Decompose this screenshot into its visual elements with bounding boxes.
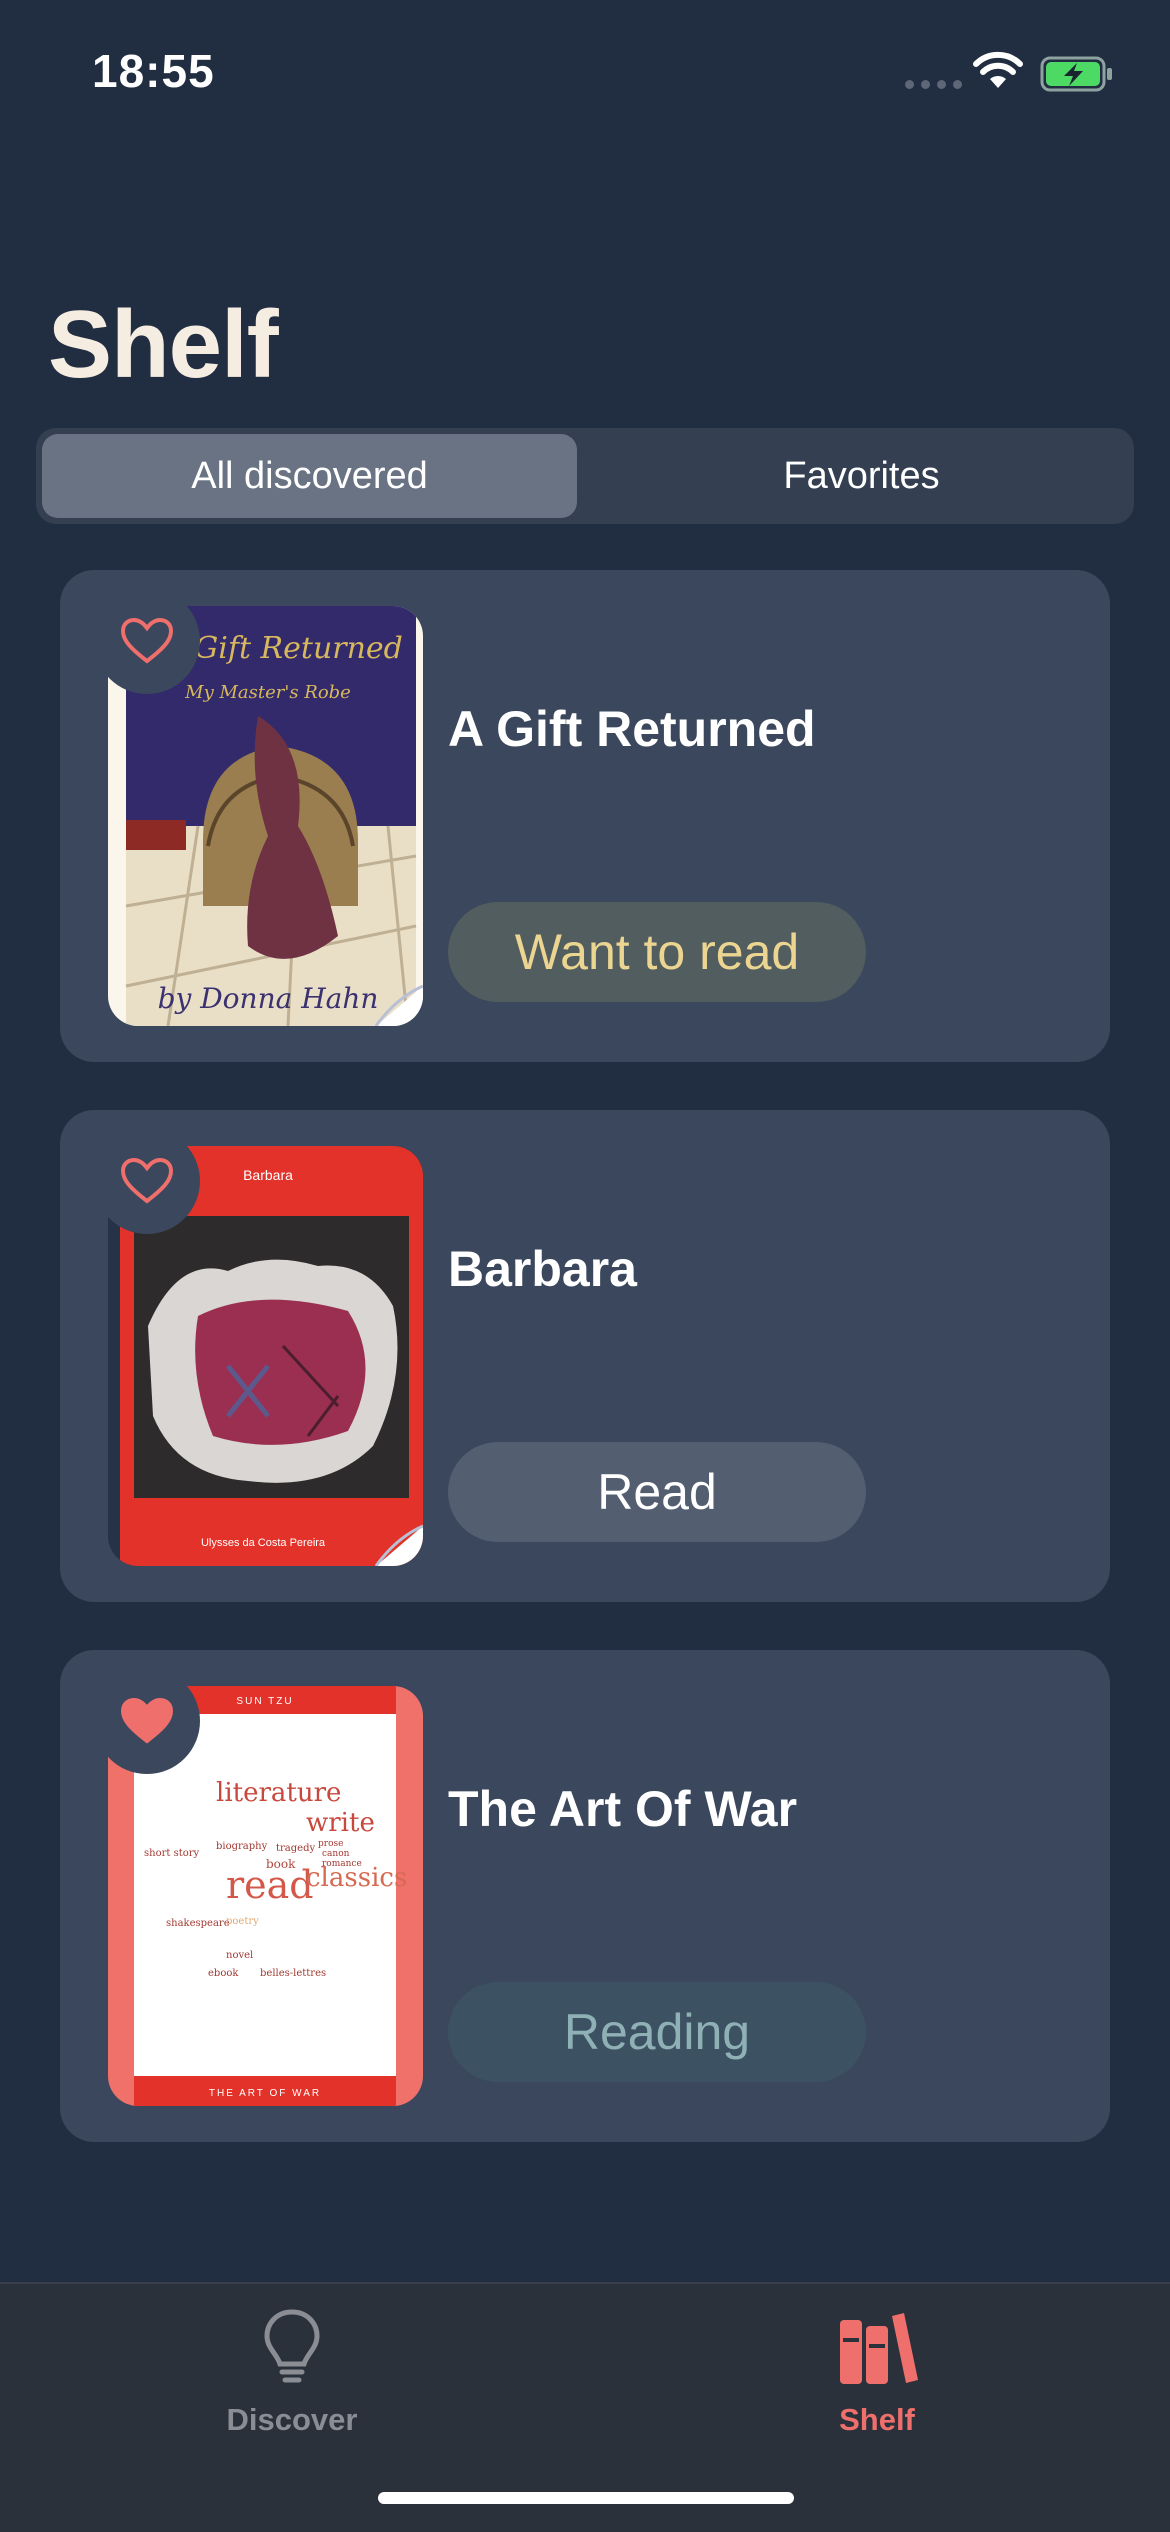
- word-cloud-word: novel: [226, 1950, 253, 1961]
- shelf-screen: 18:55 Shelf All discovered Favorites A G…: [0, 0, 1170, 2532]
- segment-favorites[interactable]: Favorites: [595, 434, 1128, 518]
- status-time: 18:55: [92, 45, 215, 97]
- cellular-signal-icon: [905, 80, 962, 89]
- book-title: Barbara: [448, 1241, 637, 1297]
- cover-author-text: Ulysses da Costa Pereira: [201, 1537, 326, 1549]
- cover-author-text: SUN TZU: [236, 1696, 293, 1707]
- word-cloud-word: short story: [144, 1848, 200, 1859]
- cover-subtitle-text: My Master's Robe: [184, 682, 351, 703]
- word-cloud-word: biography: [216, 1841, 268, 1852]
- reading-status-button[interactable]: Reading: [448, 1982, 866, 2082]
- book-title: A Gift Returned: [448, 701, 816, 757]
- lightbulb-icon: [142, 2308, 442, 2388]
- shelf-filter-segmented-control: All discovered Favorites: [36, 428, 1134, 524]
- word-cloud-word: write: [306, 1808, 375, 1838]
- battery-charging-icon: [1040, 56, 1114, 97]
- book-card[interactable]: Barbara Ulysses da Costa Pereira Barbara…: [60, 1110, 1110, 1602]
- cover-title-text: THE ART OF WAR: [209, 2088, 321, 2099]
- word-cloud-word: ebook: [208, 1968, 239, 1979]
- heart-outline-icon: [120, 1157, 174, 1204]
- tab-label: Discover: [226, 2402, 358, 2437]
- tab-shelf[interactable]: Shelf: [727, 2298, 1027, 2448]
- word-cloud-word: belles-lettres: [260, 1968, 326, 1979]
- favorite-toggle[interactable]: [94, 588, 200, 694]
- word-cloud-word: poetry: [226, 1916, 259, 1927]
- word-cloud-word: tragedy: [276, 1843, 315, 1854]
- word-cloud-word: prose: [318, 1839, 343, 1849]
- word-cloud-word: literature: [216, 1778, 341, 1808]
- cover-title-text: Barbara: [243, 1167, 293, 1183]
- reading-status-button[interactable]: Want to read: [448, 902, 866, 1002]
- segment-all-discovered[interactable]: All discovered: [42, 434, 577, 518]
- cover-author-text: by Donna Hahn: [158, 982, 379, 1015]
- status-bar: 18:55: [0, 0, 1170, 150]
- favorite-toggle[interactable]: [94, 1668, 200, 1774]
- heart-outline-icon: [120, 617, 174, 664]
- tab-label: Shelf: [839, 2402, 915, 2437]
- favorite-toggle[interactable]: [94, 1128, 200, 1234]
- book-card[interactable]: SUN TZU THE ART OF WAR literature write …: [60, 1650, 1110, 2142]
- book-card[interactable]: A Gift Returned My Master's Robe by Donn…: [60, 570, 1110, 1062]
- wifi-icon: [972, 50, 1024, 95]
- reading-status-button[interactable]: Read: [448, 1442, 866, 1542]
- word-cloud-word: canon: [322, 1849, 350, 1859]
- book-title: The Art Of War: [448, 1781, 798, 1837]
- books-icon: [727, 2308, 1027, 2388]
- word-cloud-word: shakespeare: [166, 1918, 230, 1929]
- tab-discover[interactable]: Discover: [142, 2298, 442, 2448]
- word-cloud-word: book: [266, 1857, 296, 1871]
- page-title: Shelf: [48, 291, 279, 398]
- heart-filled-icon: [120, 1697, 174, 1744]
- home-indicator[interactable]: [378, 2492, 794, 2504]
- word-cloud-word: romance: [322, 1859, 362, 1869]
